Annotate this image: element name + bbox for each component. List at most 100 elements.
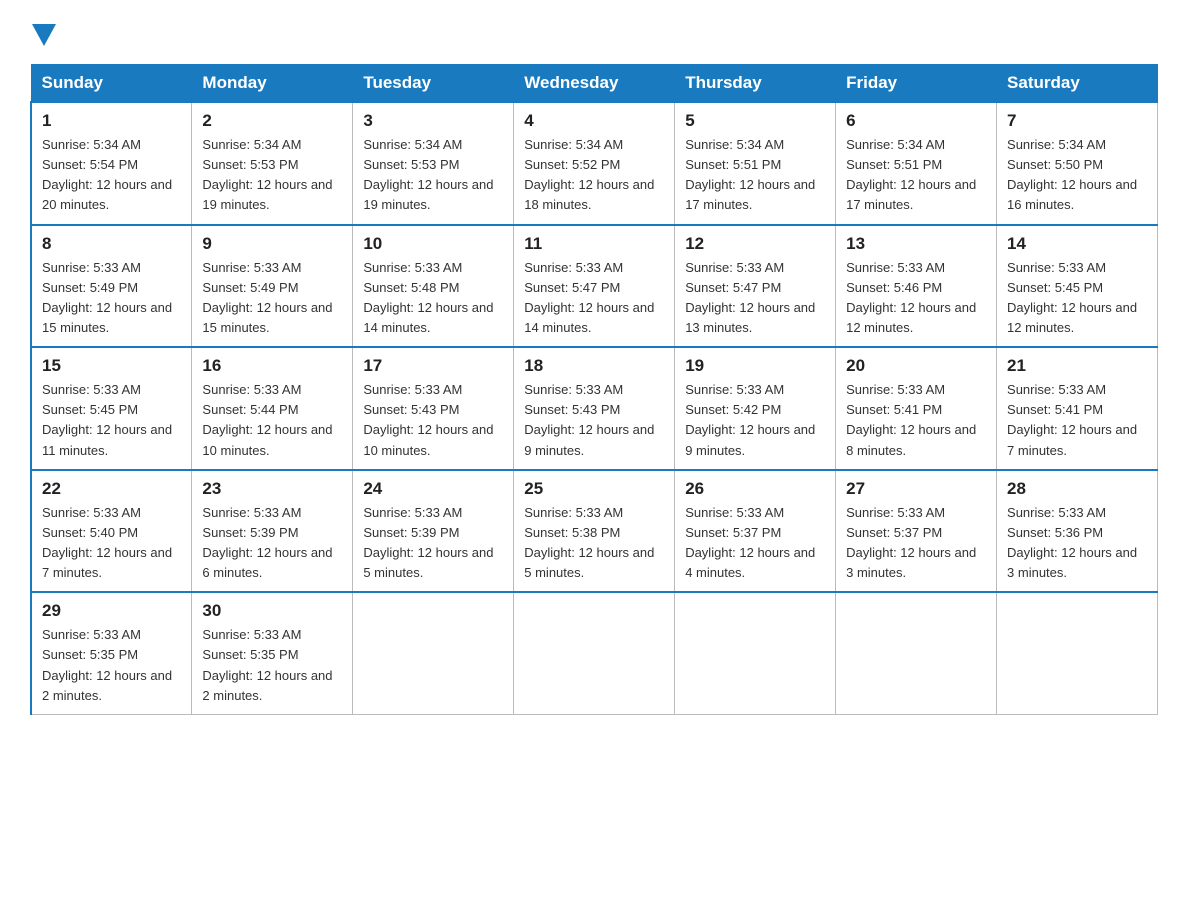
day-number: 10 xyxy=(363,234,503,254)
day-info: Sunrise: 5:33 AM Sunset: 5:35 PM Dayligh… xyxy=(202,625,342,706)
day-number: 29 xyxy=(42,601,181,621)
day-of-week-header: Saturday xyxy=(997,65,1158,103)
day-number: 13 xyxy=(846,234,986,254)
day-number: 22 xyxy=(42,479,181,499)
calendar-cell: 23Sunrise: 5:33 AM Sunset: 5:39 PM Dayli… xyxy=(192,470,353,593)
calendar-cell: 25Sunrise: 5:33 AM Sunset: 5:38 PM Dayli… xyxy=(514,470,675,593)
week-row: 22Sunrise: 5:33 AM Sunset: 5:40 PM Dayli… xyxy=(31,470,1158,593)
day-number: 3 xyxy=(363,111,503,131)
day-number: 28 xyxy=(1007,479,1147,499)
logo xyxy=(30,20,56,46)
day-info: Sunrise: 5:34 AM Sunset: 5:50 PM Dayligh… xyxy=(1007,135,1147,216)
logo-arrow-icon xyxy=(32,24,56,46)
day-number: 14 xyxy=(1007,234,1147,254)
calendar-cell: 1 Sunrise: 5:34 AM Sunset: 5:54 PM Daylig… xyxy=(31,102,192,225)
day-info: Sunrise: 5:33 AM Sunset: 5:39 PM Dayligh… xyxy=(363,503,503,584)
day-info: Sunrise: 5:33 AM Sunset: 5:49 PM Dayligh… xyxy=(42,258,181,339)
day-info: Sunrise: 5:33 AM Sunset: 5:46 PM Dayligh… xyxy=(846,258,986,339)
calendar-cell: 11 Sunrise: 5:33 AM Sunset: 5:47 PM Dayli… xyxy=(514,225,675,348)
calendar-cell: 6 Sunrise: 5:34 AM Sunset: 5:51 PM Daylig… xyxy=(836,102,997,225)
day-of-week-header: Friday xyxy=(836,65,997,103)
day-info: Sunrise: 5:33 AM Sunset: 5:39 PM Dayligh… xyxy=(202,503,342,584)
day-number: 19 xyxy=(685,356,825,376)
day-of-week-header: Tuesday xyxy=(353,65,514,103)
day-info: Sunrise: 5:34 AM Sunset: 5:53 PM Dayligh… xyxy=(202,135,342,216)
day-number: 16 xyxy=(202,356,342,376)
day-info: Sunrise: 5:34 AM Sunset: 5:53 PM Dayligh… xyxy=(363,135,503,216)
day-number: 20 xyxy=(846,356,986,376)
calendar-cell xyxy=(997,592,1158,714)
day-number: 8 xyxy=(42,234,181,254)
day-of-week-header: Thursday xyxy=(675,65,836,103)
day-info: Sunrise: 5:33 AM Sunset: 5:37 PM Dayligh… xyxy=(846,503,986,584)
day-number: 5 xyxy=(685,111,825,131)
calendar-cell: 9 Sunrise: 5:33 AM Sunset: 5:49 PM Daylig… xyxy=(192,225,353,348)
day-number: 2 xyxy=(202,111,342,131)
calendar-cell: 24 Sunrise: 5:33 AM Sunset: 5:39 PM Dayli… xyxy=(353,470,514,593)
calendar-cell: 27 Sunrise: 5:33 AM Sunset: 5:37 PM Dayli… xyxy=(836,470,997,593)
calendar-cell: 3 Sunrise: 5:34 AM Sunset: 5:53 PM Daylig… xyxy=(353,102,514,225)
calendar-cell xyxy=(675,592,836,714)
day-info: Sunrise: 5:33 AM Sunset: 5:49 PM Dayligh… xyxy=(202,258,342,339)
page-header xyxy=(30,20,1158,46)
calendar-cell xyxy=(353,592,514,714)
day-of-week-header: Sunday xyxy=(31,65,192,103)
calendar-cell: 29 Sunrise: 5:33 AM Sunset: 5:35 PM Dayli… xyxy=(31,592,192,714)
day-number: 15 xyxy=(42,356,181,376)
day-info: Sunrise: 5:33 AM Sunset: 5:38 PM Dayligh… xyxy=(524,503,664,584)
calendar-cell: 4 Sunrise: 5:34 AM Sunset: 5:52 PM Daylig… xyxy=(514,102,675,225)
calendar-table: SundayMondayTuesdayWednesdayThursdayFrid… xyxy=(30,64,1158,715)
calendar-cell: 14 Sunrise: 5:33 AM Sunset: 5:45 PM Dayli… xyxy=(997,225,1158,348)
day-number: 26 xyxy=(685,479,825,499)
day-number: 9 xyxy=(202,234,342,254)
day-info: Sunrise: 5:33 AM Sunset: 5:43 PM Dayligh… xyxy=(363,380,503,461)
day-number: 24 xyxy=(363,479,503,499)
header-row: SundayMondayTuesdayWednesdayThursdayFrid… xyxy=(31,65,1158,103)
calendar-cell: 22Sunrise: 5:33 AM Sunset: 5:40 PM Dayli… xyxy=(31,470,192,593)
day-number: 4 xyxy=(524,111,664,131)
calendar-cell: 20 Sunrise: 5:33 AM Sunset: 5:41 PM Dayli… xyxy=(836,347,997,470)
day-info: Sunrise: 5:33 AM Sunset: 5:45 PM Dayligh… xyxy=(1007,258,1147,339)
calendar-cell xyxy=(836,592,997,714)
calendar-cell: 8 Sunrise: 5:33 AM Sunset: 5:49 PM Daylig… xyxy=(31,225,192,348)
calendar-cell: 26Sunrise: 5:33 AM Sunset: 5:37 PM Dayli… xyxy=(675,470,836,593)
day-info: Sunrise: 5:33 AM Sunset: 5:35 PM Dayligh… xyxy=(42,625,181,706)
calendar-cell: 10Sunrise: 5:33 AM Sunset: 5:48 PM Dayli… xyxy=(353,225,514,348)
calendar-body: 1 Sunrise: 5:34 AM Sunset: 5:54 PM Daylig… xyxy=(31,102,1158,714)
day-info: Sunrise: 5:34 AM Sunset: 5:51 PM Dayligh… xyxy=(685,135,825,216)
day-of-week-header: Wednesday xyxy=(514,65,675,103)
calendar-cell: 19 Sunrise: 5:33 AM Sunset: 5:42 PM Dayli… xyxy=(675,347,836,470)
day-number: 7 xyxy=(1007,111,1147,131)
day-info: Sunrise: 5:34 AM Sunset: 5:51 PM Dayligh… xyxy=(846,135,986,216)
calendar-cell: 7 Sunrise: 5:34 AM Sunset: 5:50 PM Daylig… xyxy=(997,102,1158,225)
day-number: 11 xyxy=(524,234,664,254)
day-info: Sunrise: 5:33 AM Sunset: 5:36 PM Dayligh… xyxy=(1007,503,1147,584)
day-number: 21 xyxy=(1007,356,1147,376)
calendar-cell: 28 Sunrise: 5:33 AM Sunset: 5:36 PM Dayli… xyxy=(997,470,1158,593)
calendar-cell: 17 Sunrise: 5:33 AM Sunset: 5:43 PM Dayli… xyxy=(353,347,514,470)
calendar-cell: 13 Sunrise: 5:33 AM Sunset: 5:46 PM Dayli… xyxy=(836,225,997,348)
calendar-cell: 18 Sunrise: 5:33 AM Sunset: 5:43 PM Dayli… xyxy=(514,347,675,470)
day-info: Sunrise: 5:33 AM Sunset: 5:42 PM Dayligh… xyxy=(685,380,825,461)
day-info: Sunrise: 5:33 AM Sunset: 5:43 PM Dayligh… xyxy=(524,380,664,461)
day-info: Sunrise: 5:33 AM Sunset: 5:44 PM Dayligh… xyxy=(202,380,342,461)
week-row: 8 Sunrise: 5:33 AM Sunset: 5:49 PM Daylig… xyxy=(31,225,1158,348)
day-number: 30 xyxy=(202,601,342,621)
day-info: Sunrise: 5:34 AM Sunset: 5:54 PM Dayligh… xyxy=(42,135,181,216)
day-info: Sunrise: 5:34 AM Sunset: 5:52 PM Dayligh… xyxy=(524,135,664,216)
day-info: Sunrise: 5:33 AM Sunset: 5:47 PM Dayligh… xyxy=(524,258,664,339)
day-info: Sunrise: 5:33 AM Sunset: 5:45 PM Dayligh… xyxy=(42,380,181,461)
calendar-cell: 12Sunrise: 5:33 AM Sunset: 5:47 PM Dayli… xyxy=(675,225,836,348)
day-number: 6 xyxy=(846,111,986,131)
day-info: Sunrise: 5:33 AM Sunset: 5:47 PM Dayligh… xyxy=(685,258,825,339)
calendar-cell: 15 Sunrise: 5:33 AM Sunset: 5:45 PM Dayli… xyxy=(31,347,192,470)
day-number: 1 xyxy=(42,111,181,131)
day-number: 18 xyxy=(524,356,664,376)
day-info: Sunrise: 5:33 AM Sunset: 5:41 PM Dayligh… xyxy=(846,380,986,461)
calendar-cell: 16 Sunrise: 5:33 AM Sunset: 5:44 PM Dayli… xyxy=(192,347,353,470)
week-row: 29 Sunrise: 5:33 AM Sunset: 5:35 PM Dayli… xyxy=(31,592,1158,714)
day-number: 27 xyxy=(846,479,986,499)
day-number: 17 xyxy=(363,356,503,376)
week-row: 1 Sunrise: 5:34 AM Sunset: 5:54 PM Daylig… xyxy=(31,102,1158,225)
calendar-cell: 5 Sunrise: 5:34 AM Sunset: 5:51 PM Daylig… xyxy=(675,102,836,225)
